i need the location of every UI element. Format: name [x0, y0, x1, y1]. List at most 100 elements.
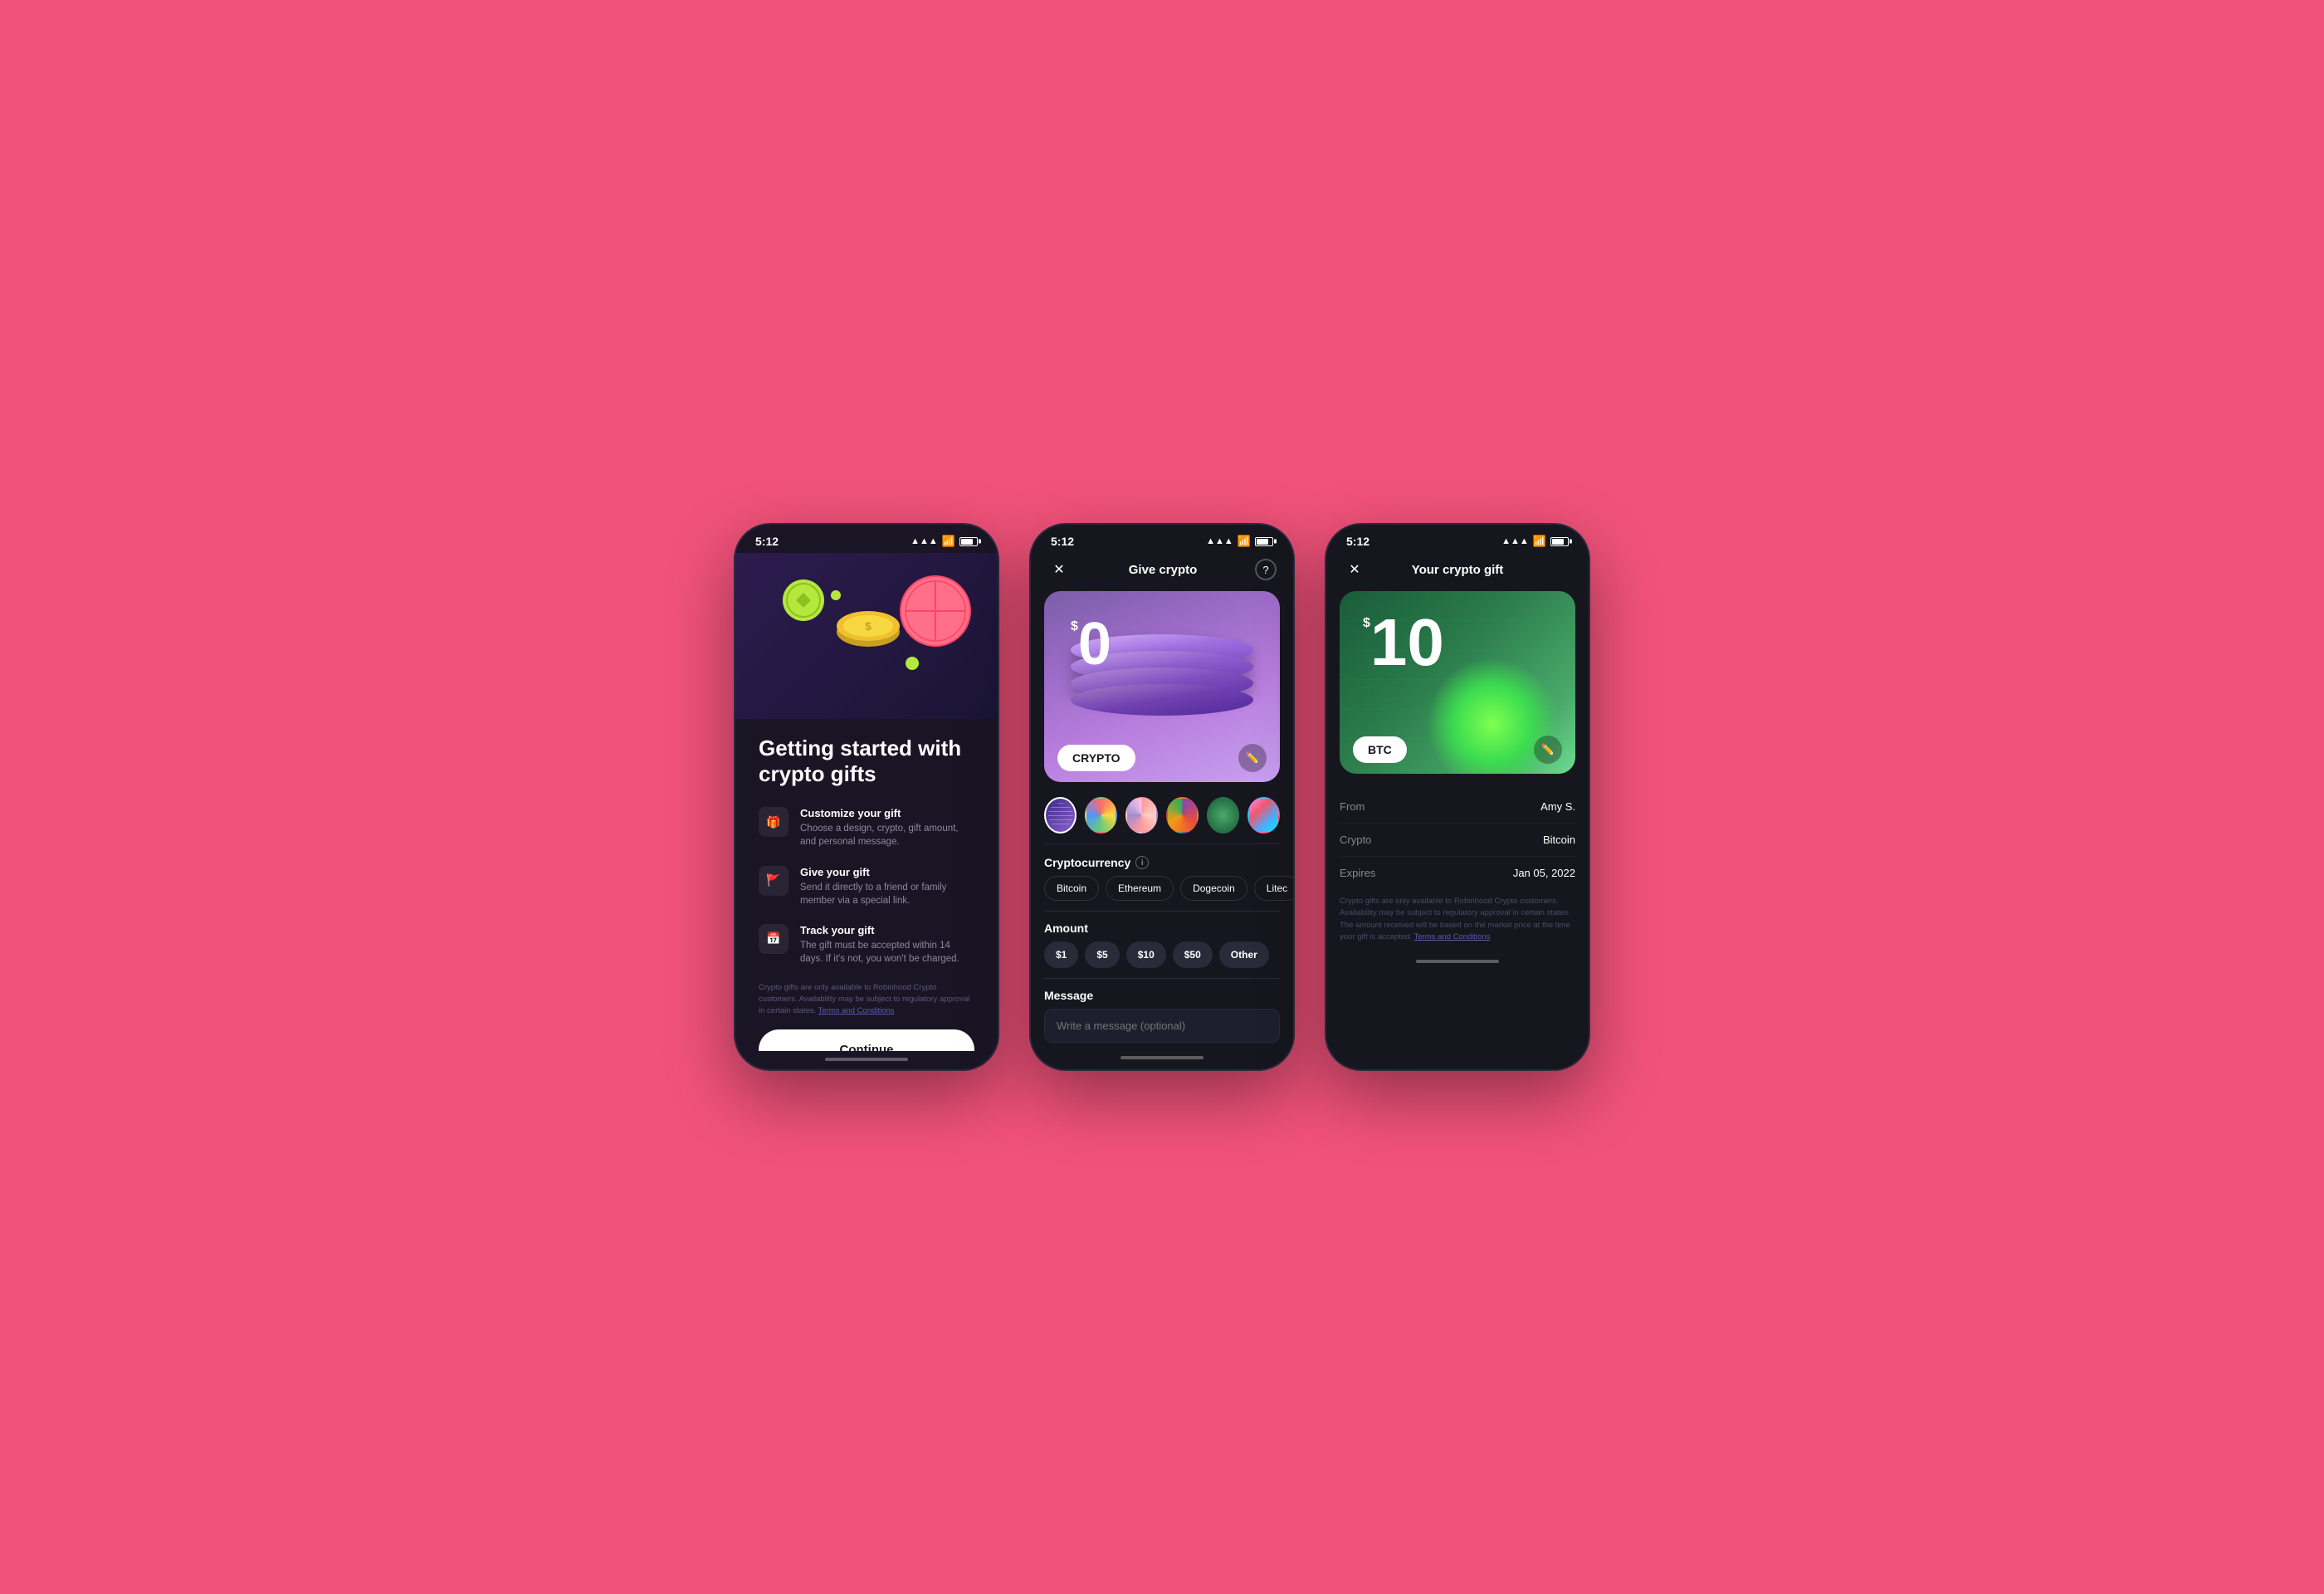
message-input[interactable] [1044, 1009, 1280, 1043]
home-indicator-3 [1326, 953, 1589, 971]
divider-1 [1044, 843, 1280, 844]
feature-give-desc: Send it directly to a friend or family m… [800, 881, 974, 907]
card-bottom-2: CRYPTO ✏️ [1044, 734, 1280, 782]
from-label: From [1340, 800, 1365, 813]
status-bar-1: 5:12 ▲▲▲ 📶 [735, 525, 998, 553]
terms-link-1[interactable]: Terms and Conditions [818, 1006, 895, 1015]
home-indicator-2 [1031, 1049, 1293, 1068]
wifi-icon-2: 📶 [1238, 535, 1251, 548]
edit-button-2[interactable]: ✏️ [1238, 744, 1267, 772]
dot-small-2 [906, 657, 919, 670]
amount-section: Amount [1031, 918, 1293, 941]
crypto-tag-2: CRYPTO [1057, 745, 1135, 771]
crypto-label-3: Crypto [1340, 834, 1371, 846]
time-2: 5:12 [1051, 535, 1074, 548]
time-1: 5:12 [755, 535, 779, 548]
phone1-title: Getting started with crypto gifts [759, 736, 974, 787]
crypto-chips-row: Bitcoin Ethereum Dogecoin Litec [1031, 876, 1293, 911]
chip-litecoin[interactable]: Litec [1254, 876, 1293, 901]
feature-customize-title: Customize your gift [800, 807, 974, 819]
from-value: Amy S. [1540, 800, 1575, 813]
btc-tag: BTC [1353, 736, 1407, 763]
signal-icon-3: ▲▲▲ [1501, 536, 1529, 546]
theme-circles [1031, 794, 1293, 843]
edit-button-3[interactable]: ✏️ [1534, 736, 1562, 764]
svg-text:$: $ [865, 619, 872, 633]
coin-gold: $ [835, 603, 901, 648]
phone-2: 5:12 ▲▲▲ 📶 ✕ Give crypto ? [1029, 523, 1295, 1071]
feature-track-title: Track your gift [800, 924, 974, 936]
amount-chip-50[interactable]: $50 [1173, 941, 1213, 968]
help-button-2[interactable]: ? [1255, 559, 1277, 580]
status-icons-2: ▲▲▲ 📶 [1206, 535, 1273, 548]
message-label: Message [1044, 989, 1280, 1002]
theme-green[interactable] [1207, 797, 1239, 834]
home-bar-2 [1120, 1056, 1204, 1059]
info-row-expires: Expires Jan 05, 2022 [1340, 857, 1575, 889]
flag-icon: 🚩 [759, 866, 788, 896]
phone-3: 5:12 ▲▲▲ 📶 ✕ Your crypto gift [1325, 523, 1590, 1071]
message-section: Message [1031, 985, 1293, 1049]
battery-icon-1 [959, 537, 978, 546]
theme-colorful3[interactable] [1166, 797, 1199, 834]
signal-icon-2: ▲▲▲ [1206, 536, 1233, 546]
close-button-2[interactable]: ✕ [1047, 558, 1071, 581]
crypto-value: Bitcoin [1543, 834, 1575, 846]
chip-dogecoin[interactable]: Dogecoin [1180, 876, 1247, 901]
close-button-3[interactable]: ✕ [1343, 558, 1366, 581]
feature-give-text: Give your gift Send it directly to a fri… [800, 866, 974, 907]
info-icon-crypto[interactable]: i [1135, 856, 1149, 869]
card-bottom-3: BTC ✏️ [1340, 726, 1575, 774]
theme-colorful2[interactable] [1125, 797, 1158, 834]
wifi-icon-1: 📶 [942, 535, 955, 548]
cryptocurrency-section: Cryptocurrency i [1031, 851, 1293, 876]
feature-customize: 🎁 Customize your gift Choose a design, c… [759, 807, 974, 848]
feature-track-desc: The gift must be accepted within 14 days… [800, 939, 974, 966]
phone1-content: Getting started with crypto gifts 🎁 Cust… [735, 719, 998, 1051]
terms-link-3[interactable]: Terms and Conditions [1414, 932, 1491, 941]
status-bar-3: 5:12 ▲▲▲ 📶 [1326, 525, 1589, 553]
amount-number-3: 10 [1370, 609, 1444, 676]
amount-display-2: $ 0 [1071, 614, 1111, 674]
calendar-icon: 📅 [759, 924, 788, 954]
divider-3 [1044, 978, 1280, 979]
home-indicator-1 [735, 1051, 998, 1069]
feature-track: 📅 Track your gift The gift must be accep… [759, 924, 974, 966]
theme-purple[interactable] [1044, 797, 1077, 834]
amount-chip-5[interactable]: $5 [1085, 941, 1119, 968]
status-icons-3: ▲▲▲ 📶 [1501, 535, 1569, 548]
theme-photo[interactable] [1247, 797, 1280, 834]
theme-colorful1[interactable] [1085, 797, 1117, 834]
amount-chip-1[interactable]: $1 [1044, 941, 1078, 968]
nav-header-3: ✕ Your crypto gift [1326, 553, 1589, 591]
coin-green [781, 578, 827, 623]
info-row-from: From Amy S. [1340, 790, 1575, 824]
dollar-sign-2: $ [1071, 619, 1078, 634]
phones-container: 5:12 ▲▲▲ 📶 [734, 523, 1590, 1071]
amount-chip-other[interactable]: Other [1219, 941, 1269, 968]
nav-title-3: Your crypto gift [1412, 563, 1504, 577]
coin-pink [898, 574, 973, 648]
info-rows: From Amy S. Crypto Bitcoin Expires Jan 0… [1326, 785, 1589, 896]
chip-ethereum[interactable]: Ethereum [1106, 876, 1174, 901]
battery-icon-3 [1550, 537, 1569, 546]
signal-icon-1: ▲▲▲ [911, 536, 938, 546]
amount-number-2: 0 [1078, 614, 1111, 674]
feature-give: 🚩 Give your gift Send it directly to a f… [759, 866, 974, 907]
time-3: 5:12 [1346, 535, 1370, 548]
dot-small-1 [831, 590, 841, 600]
amount-chips-row: $1 $5 $10 $50 Other [1031, 941, 1293, 978]
feature-customize-desc: Choose a design, crypto, gift amount, an… [800, 822, 974, 848]
feature-give-title: Give your gift [800, 866, 974, 878]
nav-header-2: ✕ Give crypto ? [1031, 553, 1293, 591]
amount-chip-10[interactable]: $10 [1126, 941, 1166, 968]
crypto-card-2: $ 0 CRYPTO ✏️ [1044, 591, 1280, 782]
continue-button[interactable]: Continue [759, 1029, 974, 1051]
status-icons-1: ▲▲▲ 📶 [911, 535, 978, 548]
feature-customize-text: Customize your gift Choose a design, cry… [800, 807, 974, 848]
expires-value: Jan 05, 2022 [1513, 867, 1575, 879]
divider-2 [1044, 911, 1280, 912]
chip-bitcoin[interactable]: Bitcoin [1044, 876, 1099, 901]
cryptocurrency-label: Cryptocurrency [1044, 856, 1130, 869]
status-bar-2: 5:12 ▲▲▲ 📶 [1031, 525, 1293, 553]
